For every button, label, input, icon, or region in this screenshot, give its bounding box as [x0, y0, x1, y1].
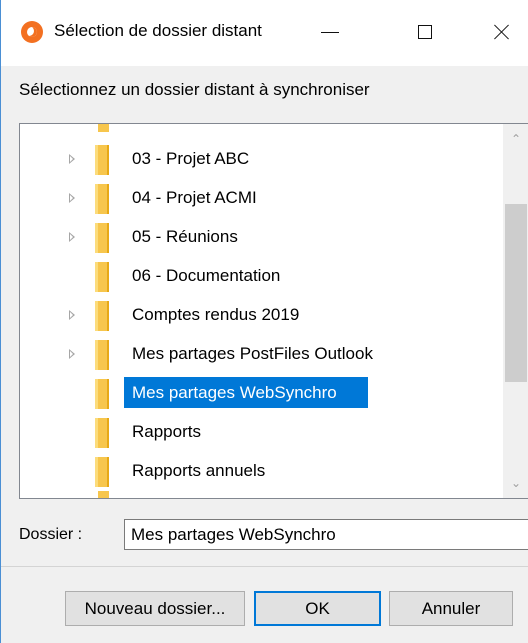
tree-item-label: 06 - Documentation — [132, 266, 281, 285]
tree-item-label: 03 - Projet ABC — [132, 149, 250, 168]
tree-item[interactable]: 05 - Réunions — [20, 218, 500, 255]
ok-button[interactable]: OK — [254, 591, 381, 626]
tree-item[interactable]: Rapports annuels — [20, 452, 500, 489]
instruction-text: Sélectionnez un dossier distant à synchr… — [19, 80, 370, 99]
tree-item-selected[interactable]: Mes partages WebSynchro — [20, 374, 500, 411]
chevron-right-icon[interactable] — [69, 232, 75, 242]
chevron-right-icon[interactable] — [69, 193, 75, 203]
chevron-right-icon[interactable] — [69, 154, 75, 164]
folder-tree[interactable]: 03 - Projet ABC 04 - Projet ACMI 05 - Ré… — [19, 123, 528, 499]
divider — [1, 566, 528, 567]
title-bar: Sélection de dossier distant — [1, 0, 528, 66]
scroll-thumb[interactable] — [505, 204, 527, 382]
tree-item-label: Rapports — [132, 422, 201, 441]
chevron-right-icon[interactable] — [69, 310, 75, 320]
vertical-scrollbar[interactable]: ⌃ ⌄ — [503, 124, 528, 498]
folder-icon — [95, 262, 109, 292]
folder-icon — [95, 184, 109, 214]
folder-icon — [95, 223, 109, 253]
tree-item-label: Comptes rendus 2019 — [132, 305, 300, 324]
tree-item[interactable]: 04 - Projet ACMI — [20, 179, 500, 216]
app-icon — [21, 21, 43, 43]
folder-icon — [95, 418, 109, 448]
folder-icon — [95, 145, 109, 175]
new-folder-button[interactable]: Nouveau dossier... — [65, 591, 245, 626]
folder-icon — [98, 124, 109, 132]
minimize-icon — [321, 31, 339, 33]
cancel-button[interactable]: Annuler — [389, 591, 513, 626]
folder-selection-dialog: Sélection de dossier distant Sélectionne… — [0, 0, 528, 643]
tree-item-label: Mes partages WebSynchro — [132, 383, 337, 402]
minimize-button[interactable] — [307, 8, 353, 56]
folder-icon — [95, 301, 109, 331]
folder-field-label: Dossier : — [19, 526, 83, 543]
folder-icon — [95, 379, 109, 409]
maximize-button[interactable] — [402, 8, 448, 56]
tree-item[interactable]: 06 - Documentation — [20, 257, 500, 294]
maximize-icon — [418, 25, 432, 39]
scroll-down-icon[interactable]: ⌄ — [503, 470, 528, 496]
folder-icon — [98, 491, 109, 498]
tree-item-label: 05 - Réunions — [132, 227, 238, 246]
folder-icon — [95, 457, 109, 487]
partial-tree-row — [20, 491, 500, 498]
folder-icon — [95, 340, 109, 370]
tree-item-label: Mes partages PostFiles Outlook — [132, 344, 373, 363]
tree-item[interactable]: Rapports — [20, 413, 500, 450]
tree-item[interactable]: Comptes rendus 2019 — [20, 296, 500, 333]
close-button[interactable] — [479, 8, 525, 56]
tree-item[interactable]: Mes partages PostFiles Outlook — [20, 335, 500, 372]
chevron-right-icon[interactable] — [69, 349, 75, 359]
tree-item-label: Rapports annuels — [132, 461, 266, 480]
tree-item[interactable]: 03 - Projet ABC — [20, 140, 500, 177]
tree-item-label: 04 - Projet ACMI — [132, 188, 257, 207]
window-title: Sélection de dossier distant — [54, 21, 262, 40]
close-icon — [494, 24, 510, 40]
scroll-up-icon[interactable]: ⌃ — [503, 126, 528, 152]
folder-name-input[interactable]: Mes partages WebSynchro — [124, 519, 528, 550]
